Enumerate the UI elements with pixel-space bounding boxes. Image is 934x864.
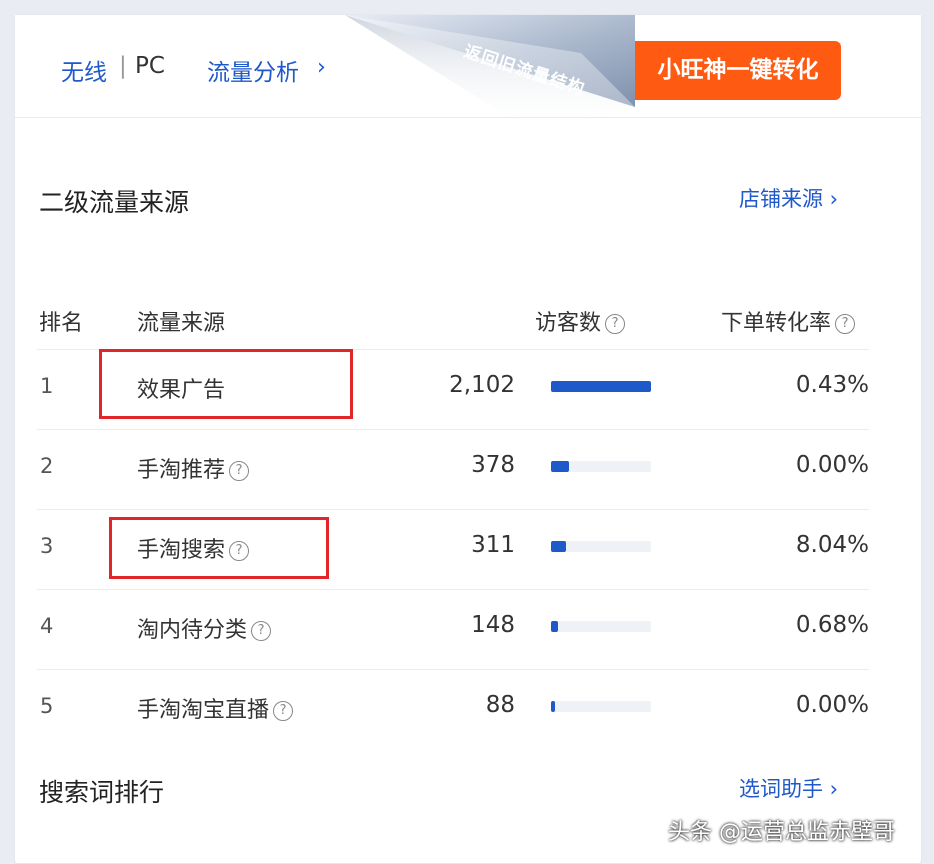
visitors-cell: 378 bbox=[471, 452, 515, 478]
rank-cell: 2 bbox=[40, 454, 54, 478]
visitor-bar-fill bbox=[551, 541, 566, 552]
conversion-cell: 0.00% bbox=[795, 452, 869, 478]
chevron-right-icon: › bbox=[317, 55, 326, 80]
help-icon[interactable]: ? bbox=[229, 461, 250, 481]
header-source: 流量来源 bbox=[137, 311, 226, 336]
header-rank: 排名 bbox=[39, 311, 84, 336]
search-rank-title: 搜索词排行 bbox=[39, 778, 165, 807]
one-click-convert-button[interactable]: 小旺神一键转化 bbox=[619, 41, 841, 100]
highlight-box bbox=[99, 349, 353, 419]
secondary-source-title: 二级流量来源 bbox=[39, 188, 190, 217]
visitor-bar bbox=[551, 701, 651, 712]
highlight-box bbox=[109, 517, 329, 579]
help-icon[interactable]: ? bbox=[835, 314, 856, 334]
visitors-cell: 88 bbox=[485, 692, 515, 718]
visitors-cell: 311 bbox=[471, 532, 515, 558]
traffic-panel: 无线 | PC 流量分析 › 小旺神一键转化 返回旧流量结构 二级流量来源 店铺… bbox=[14, 14, 922, 864]
header-visitors: 访客数? bbox=[535, 305, 626, 337]
table-row[interactable]: 5 手淘淘宝直播? 88 0.00% bbox=[37, 669, 869, 750]
rank-cell: 3 bbox=[40, 534, 54, 558]
top-bar: 无线 | PC 流量分析 › 小旺神一键转化 返回旧流量结构 bbox=[15, 15, 921, 133]
watermark: 头条 @运营总监赤壁哥 bbox=[668, 820, 895, 845]
source-cell[interactable]: 手淘推荐? bbox=[137, 452, 250, 484]
visitor-bar bbox=[551, 541, 651, 552]
visitor-bar-fill bbox=[551, 621, 558, 632]
header-conversion-label: 下单转化率 bbox=[721, 311, 832, 336]
help-icon[interactable]: ? bbox=[273, 701, 294, 721]
conversion-cell: 0.43% bbox=[795, 372, 869, 398]
rank-cell: 4 bbox=[40, 614, 54, 638]
rank-cell: 5 bbox=[40, 694, 54, 718]
visitor-bar bbox=[551, 461, 651, 472]
nav-separator: | bbox=[119, 53, 127, 79]
flow-analysis-link[interactable]: 流量分析 bbox=[207, 53, 299, 87]
visitors-cell: 2,102 bbox=[449, 372, 515, 398]
source-cell[interactable]: 淘内待分类? bbox=[137, 612, 272, 644]
visitor-bar bbox=[551, 381, 651, 392]
store-source-link[interactable]: 店铺来源 › bbox=[739, 183, 838, 213]
source-label: 手淘淘宝直播 bbox=[137, 698, 270, 723]
table-row[interactable]: 2 手淘推荐? 378 0.00% bbox=[37, 429, 869, 510]
visitor-bar-fill bbox=[551, 381, 651, 392]
visitor-bar bbox=[551, 621, 651, 632]
table-row[interactable]: 4 淘内待分类? 148 0.68% bbox=[37, 589, 869, 670]
header-visitors-label: 访客数 bbox=[535, 311, 602, 336]
conversion-cell: 8.04% bbox=[795, 532, 869, 558]
rank-cell: 1 bbox=[40, 374, 54, 398]
header-conversion: 下单转化率? bbox=[721, 305, 856, 337]
page-curl-tab[interactable] bbox=[345, 15, 645, 133]
conversion-cell: 0.00% bbox=[795, 692, 869, 718]
tab-pc[interactable]: PC bbox=[135, 53, 165, 79]
source-label: 手淘推荐 bbox=[137, 458, 226, 483]
help-icon[interactable]: ? bbox=[251, 621, 272, 641]
visitor-bar-fill bbox=[551, 701, 555, 712]
visitor-bar-fill bbox=[551, 461, 569, 472]
conversion-cell: 0.68% bbox=[795, 612, 869, 638]
tab-wireless[interactable]: 无线 bbox=[61, 53, 107, 87]
source-label: 淘内待分类 bbox=[137, 618, 248, 643]
keyword-assistant-link[interactable]: 选词助手 › bbox=[739, 773, 838, 803]
visitors-cell: 148 bbox=[471, 612, 515, 638]
source-cell[interactable]: 手淘淘宝直播? bbox=[137, 692, 294, 724]
help-icon[interactable]: ? bbox=[605, 314, 626, 334]
